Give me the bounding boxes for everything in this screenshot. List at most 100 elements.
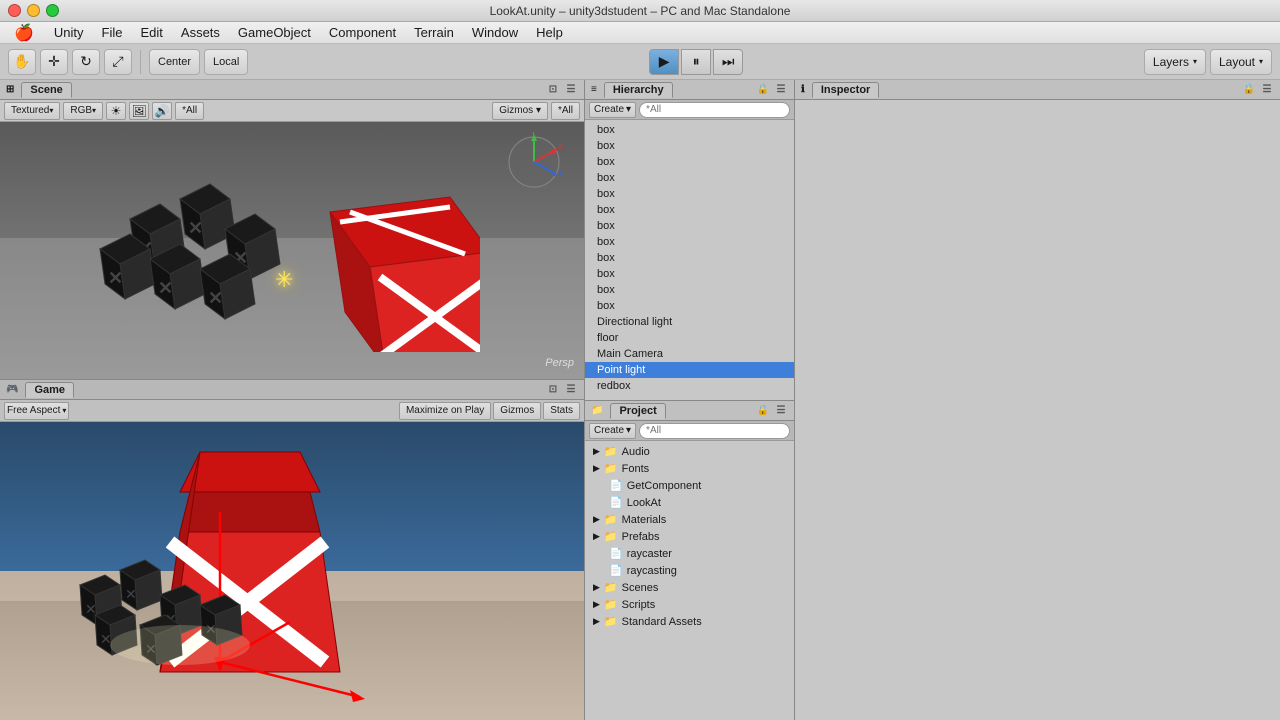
project-item-6[interactable]: 📄raycaster — [585, 545, 794, 562]
free-aspect-dropdown[interactable]: Free Aspect ▾ — [4, 402, 69, 420]
scene-search-all[interactable]: *All — [551, 102, 580, 120]
scale-tool-button[interactable]: ⤢ — [104, 49, 132, 75]
project-item-5[interactable]: ▶📁Prefabs — [585, 528, 794, 545]
gizmos-button[interactable]: Gizmos — [493, 402, 541, 420]
project-item-arrow-8: ▶ — [593, 582, 600, 593]
hierarchy-tab[interactable]: Hierarchy — [604, 82, 673, 98]
hierarchy-item-11[interactable]: box — [585, 298, 794, 314]
project-item-icon-8: 📁 — [604, 581, 618, 594]
hierarchy-item-4[interactable]: box — [585, 186, 794, 202]
stats-button[interactable]: Stats — [543, 402, 580, 420]
game-panel: 🎮 Game ⊡ ☰ Free Aspect ▾ Maximize on Pla… — [0, 380, 584, 720]
gizmo-svg: Y X Z — [504, 132, 564, 192]
hierarchy-item-7[interactable]: box — [585, 234, 794, 250]
hierarchy-search-input[interactable] — [639, 102, 790, 118]
project-search-input[interactable] — [639, 423, 790, 439]
menu-component[interactable]: Component — [321, 23, 404, 42]
apple-menu[interactable]: 🍎 — [4, 23, 44, 43]
hierarchy-item-13[interactable]: floor — [585, 330, 794, 346]
hierarchy-item-15[interactable]: Point light — [585, 362, 794, 378]
project-lock-icon[interactable]: 🔒 — [756, 404, 770, 418]
rotate-tool-button[interactable]: ↻ — [72, 49, 100, 75]
inspector-menu-icon[interactable]: ☰ — [1260, 83, 1274, 97]
scene-all-filter[interactable]: *All — [175, 102, 204, 120]
game-viewport: ✕ ✕ ✕ — [0, 422, 584, 720]
game-menu-icon[interactable]: ☰ — [564, 383, 578, 397]
hierarchy-item-10[interactable]: box — [585, 282, 794, 298]
scene-image-btn[interactable]: 🖼 — [129, 102, 149, 120]
play-controls: ▶ ⏸ ⏭ — [649, 49, 743, 75]
hierarchy-create-button[interactable]: Create ▾ — [589, 102, 636, 118]
close-button[interactable] — [8, 4, 21, 17]
hierarchy-item-16[interactable]: redbox — [585, 378, 794, 394]
game-right-buttons: Maximize on Play Gizmos Stats — [399, 402, 580, 420]
scene-panel-icons: ⊡ ☰ — [546, 83, 578, 97]
project-create-button[interactable]: Create ▾ — [589, 423, 636, 439]
step-button[interactable]: ⏭ — [713, 49, 743, 75]
move-tool-button[interactable]: ✛ — [40, 49, 68, 75]
project-item-label-7: raycasting — [627, 565, 677, 577]
hierarchy-item-9[interactable]: box — [585, 266, 794, 282]
project-menu-icon[interactable]: ☰ — [774, 404, 788, 418]
local-button[interactable]: Local — [204, 49, 248, 75]
menu-window[interactable]: Window — [464, 23, 526, 42]
hierarchy-item-3[interactable]: box — [585, 170, 794, 186]
play-button[interactable]: ▶ — [649, 49, 679, 75]
project-item-0[interactable]: ▶📁Audio — [585, 443, 794, 460]
scene-panel-icon: ⊞ — [6, 84, 14, 95]
project-item-3[interactable]: 📄LookAt — [585, 494, 794, 511]
center-button[interactable]: Center — [149, 49, 200, 75]
inspector-lock-icon[interactable]: 🔒 — [1242, 83, 1256, 97]
menu-assets[interactable]: Assets — [173, 23, 228, 42]
project-item-7[interactable]: 📄raycasting — [585, 562, 794, 579]
project-tab[interactable]: Project — [610, 403, 665, 419]
project-item-10[interactable]: ▶📁Standard Assets — [585, 613, 794, 630]
project-item-icon-10: 📁 — [604, 615, 618, 628]
layers-dropdown[interactable]: Layers ▾ — [1144, 49, 1206, 75]
hierarchy-menu-icon[interactable]: ☰ — [774, 83, 788, 97]
hierarchy-item-14[interactable]: Main Camera — [585, 346, 794, 362]
window-controls[interactable] — [8, 4, 59, 17]
scene-gizmos-btn[interactable]: Gizmos ▾ — [492, 102, 548, 120]
rgb-dropdown[interactable]: RGB ▾ — [63, 102, 103, 120]
maximize-on-play-label: Maximize on Play — [406, 405, 484, 416]
scene-sun-btn[interactable]: ☀ — [106, 102, 126, 120]
game-maximize-icon[interactable]: ⊡ — [546, 383, 560, 397]
scene-tab[interactable]: Scene — [21, 82, 71, 98]
game-tab[interactable]: Game — [25, 382, 74, 398]
scene-menu-icon[interactable]: ☰ — [564, 83, 578, 97]
project-panel: 📁 Project 🔒 ☰ Create ▾ ▶📁Audio▶📁Fonts📄Ge… — [585, 400, 794, 720]
project-item-9[interactable]: ▶📁Scripts — [585, 596, 794, 613]
project-item-label-3: LookAt — [627, 497, 661, 509]
hierarchy-item-8[interactable]: box — [585, 250, 794, 266]
pause-button[interactable]: ⏸ — [681, 49, 711, 75]
svg-text:✕: ✕ — [208, 288, 223, 308]
inspector-tab[interactable]: Inspector — [812, 82, 880, 98]
project-item-1[interactable]: ▶📁Fonts — [585, 460, 794, 477]
project-item-2[interactable]: 📄GetComponent — [585, 477, 794, 494]
menu-edit[interactable]: Edit — [133, 23, 171, 42]
project-item-8[interactable]: ▶📁Scenes — [585, 579, 794, 596]
scene-viewport: ✳ ✳ — [0, 122, 584, 379]
maximize-button[interactable] — [46, 4, 59, 17]
menu-terrain[interactable]: Terrain — [406, 23, 462, 42]
menu-help[interactable]: Help — [528, 23, 571, 42]
maximize-on-play-button[interactable]: Maximize on Play — [399, 402, 491, 420]
hierarchy-item-0[interactable]: box — [585, 122, 794, 138]
hierarchy-item-6[interactable]: box — [585, 218, 794, 234]
menu-unity[interactable]: Unity — [46, 23, 92, 42]
hierarchy-item-1[interactable]: box — [585, 138, 794, 154]
minimize-button[interactable] — [27, 4, 40, 17]
layout-dropdown[interactable]: Layout ▾ — [1210, 49, 1272, 75]
scene-audio-btn[interactable]: 🔊 — [152, 102, 172, 120]
hand-tool-button[interactable]: ✋ — [8, 49, 36, 75]
scene-maximize-icon[interactable]: ⊡ — [546, 83, 560, 97]
hierarchy-item-5[interactable]: box — [585, 202, 794, 218]
hierarchy-lock-icon[interactable]: 🔒 — [756, 83, 770, 97]
project-item-4[interactable]: ▶📁Materials — [585, 511, 794, 528]
hierarchy-item-2[interactable]: box — [585, 154, 794, 170]
textured-dropdown[interactable]: Textured ▾ — [4, 102, 60, 120]
menu-file[interactable]: File — [94, 23, 131, 42]
hierarchy-item-12[interactable]: Directional light — [585, 314, 794, 330]
menu-gameobject[interactable]: GameObject — [230, 23, 319, 42]
